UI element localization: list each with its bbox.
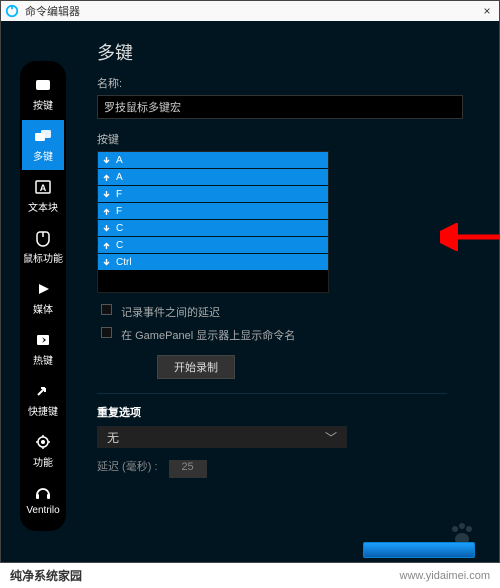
sidebar-item-label: 按键 [33, 97, 53, 112]
record-delay-checkbox[interactable] [101, 304, 112, 315]
gear-icon [33, 433, 53, 451]
key-name: A [116, 155, 123, 166]
name-label: 名称: [97, 75, 477, 91]
hotkey-icon [33, 331, 53, 349]
key-row[interactable]: F [98, 203, 328, 220]
watermark-url: www.yidaimei.com [400, 570, 490, 582]
delay-row: 延迟 (毫秒) : 25 [97, 458, 477, 478]
play-icon [33, 280, 53, 298]
bottom-action-button[interactable] [363, 542, 475, 558]
sidebar: 按键 多键 A 文本块 鼠标功能 媒体 [20, 61, 66, 531]
multikey-icon [33, 127, 53, 145]
key-name: A [116, 172, 123, 183]
window-body: 按键 多键 A 文本块 鼠标功能 媒体 [1, 21, 499, 562]
textblock-icon: A [33, 178, 53, 196]
sidebar-item-mouse[interactable]: 鼠标功能 [22, 222, 64, 272]
key-row[interactable]: C [98, 237, 328, 254]
sidebar-item-label: 文本块 [28, 199, 58, 214]
headset-icon [33, 484, 53, 502]
annotation-arrow [440, 223, 500, 251]
key-sequence-box[interactable]: A A F F C C Ctrl [97, 151, 329, 293]
divider [97, 393, 447, 394]
key-name: F [116, 189, 122, 200]
key-row[interactable]: F [98, 186, 328, 203]
watermark-brand: 纯净系统家园 [10, 567, 82, 584]
app-window: 命令编辑器 × 按键 多键 A 文本块 鼠标功能 [0, 0, 500, 563]
gamepanel-option[interactable]: 在 GamePanel 显示器上显示命令名 [97, 324, 477, 343]
sidebar-item-label: 功能 [33, 454, 53, 469]
sidebar-item-ventrilo[interactable]: Ventrilo [22, 477, 64, 523]
sidebar-item-label: 多键 [33, 148, 53, 163]
repeat-heading: 重复选项 [97, 404, 477, 420]
main-panel: 多键 名称: 按键 A A F F C C Ctrl 记录事件之间的延迟 在 G… [85, 21, 499, 562]
app-logo [5, 4, 19, 18]
record-delay-option[interactable]: 记录事件之间的延迟 [97, 301, 477, 320]
arrow-down-icon [102, 224, 111, 233]
close-icon[interactable]: × [479, 3, 495, 19]
sidebar-item-multikey[interactable]: 多键 [22, 120, 64, 170]
chevron-down-icon: ﹀ [325, 429, 337, 446]
sidebar-item-media[interactable]: 媒体 [22, 273, 64, 323]
mouse-icon [33, 229, 53, 247]
keycap-icon [33, 76, 53, 94]
record-delay-label: 记录事件之间的延迟 [121, 307, 220, 319]
repeat-value: 无 [107, 429, 119, 446]
key-name: C [116, 223, 123, 234]
name-input[interactable] [97, 95, 463, 119]
sidebar-item-text[interactable]: A 文本块 [22, 171, 64, 221]
key-row[interactable]: C [98, 220, 328, 237]
key-row[interactable]: A [98, 169, 328, 186]
delay-input[interactable]: 25 [169, 460, 207, 478]
svg-text:A: A [40, 183, 47, 193]
repeat-select[interactable]: 无 ﹀ [97, 426, 347, 448]
arrow-down-icon [102, 190, 111, 199]
sidebar-container: 按键 多键 A 文本块 鼠标功能 媒体 [1, 21, 85, 562]
sidebar-item-label: 快捷键 [28, 403, 58, 418]
start-record-button[interactable]: 开始录制 [157, 355, 235, 379]
key-row[interactable]: Ctrl [98, 254, 328, 270]
sidebar-item-keys[interactable]: 按键 [22, 69, 64, 119]
arrow-up-icon [102, 173, 111, 182]
key-box-empty [98, 270, 328, 292]
arrow-down-icon [102, 258, 111, 267]
key-name: F [116, 206, 122, 217]
arrow-up-icon [102, 207, 111, 216]
watermark-bar: 纯净系统家园 www.yidaimei.com [0, 563, 500, 588]
sidebar-item-label: 媒体 [33, 301, 53, 316]
key-name: C [116, 240, 123, 251]
delay-label: 延迟 (毫秒) : [97, 461, 158, 473]
sidebar-item-function[interactable]: 功能 [22, 426, 64, 476]
key-name: Ctrl [116, 257, 132, 268]
sidebar-item-hotkey[interactable]: 热键 [22, 324, 64, 374]
arrow-down-icon [102, 156, 111, 165]
page-title: 多键 [97, 39, 477, 65]
sidebar-item-shortcut[interactable]: 快捷键 [22, 375, 64, 425]
sidebar-item-label: Ventrilo [26, 505, 59, 516]
arrow-up-icon [102, 241, 111, 250]
gamepanel-label: 在 GamePanel 显示器上显示命令名 [121, 330, 295, 342]
shortcut-icon [33, 382, 53, 400]
gamepanel-checkbox[interactable] [101, 327, 112, 338]
sidebar-item-label: 鼠标功能 [23, 250, 63, 265]
keys-label: 按键 [97, 131, 477, 147]
key-row[interactable]: A [98, 152, 328, 169]
sidebar-item-label: 热键 [33, 352, 53, 367]
window-title: 命令编辑器 [25, 3, 479, 19]
titlebar: 命令编辑器 × [1, 1, 499, 21]
